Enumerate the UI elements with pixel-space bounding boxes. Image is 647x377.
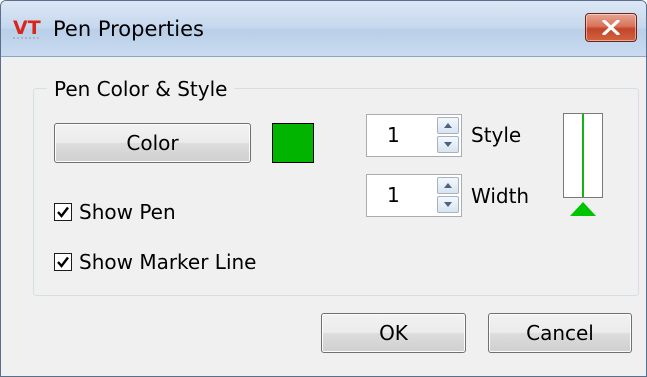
groupbox-legend: Pen Color & Style (47, 77, 235, 101)
dialog-body: Pen Color & Style Color Show Pen Show Ma… (9, 57, 639, 368)
marker-triangle-icon[interactable] (569, 201, 597, 217)
color-button[interactable]: Color (54, 123, 251, 163)
ok-button[interactable]: OK (321, 313, 466, 353)
checkmark-icon (57, 256, 69, 268)
arrow-down-icon (444, 142, 452, 147)
show-marker-line-checkbox-row[interactable]: Show Marker Line (54, 249, 314, 275)
arrow-up-icon (444, 183, 452, 188)
app-logo-icon: VT (13, 17, 41, 39)
pen-properties-dialog: VT Pen Properties Pen Color & Style Colo… (0, 0, 647, 377)
width-decrement-button[interactable] (437, 196, 459, 213)
app-logo-text: VT (13, 17, 41, 39)
style-spinner[interactable]: 1 (366, 114, 462, 157)
style-increment-button[interactable] (437, 117, 459, 134)
show-pen-label: Show Pen (79, 200, 176, 224)
width-label: Width (471, 184, 530, 208)
title-bar[interactable]: VT Pen Properties (1, 1, 646, 57)
style-label: Style (471, 123, 522, 147)
style-value[interactable]: 1 (387, 123, 400, 147)
width-increment-button[interactable] (437, 177, 459, 194)
cancel-button[interactable]: Cancel (488, 313, 632, 353)
pen-preview-line (582, 114, 584, 197)
window-title: Pen Properties (53, 17, 204, 41)
width-spinner[interactable]: 1 (366, 174, 462, 217)
arrow-down-icon (444, 202, 452, 207)
close-button[interactable] (585, 13, 637, 42)
close-icon (602, 20, 620, 35)
show-pen-checkbox-row[interactable]: Show Pen (54, 199, 254, 225)
show-pen-checkbox[interactable] (54, 203, 72, 221)
show-marker-line-checkbox[interactable] (54, 253, 72, 271)
width-value[interactable]: 1 (387, 183, 400, 207)
checkmark-icon (57, 206, 69, 218)
color-swatch[interactable] (272, 123, 314, 163)
style-decrement-button[interactable] (437, 136, 459, 153)
arrow-up-icon (444, 123, 452, 128)
pen-preview (563, 113, 603, 198)
show-marker-line-label: Show Marker Line (79, 250, 257, 274)
